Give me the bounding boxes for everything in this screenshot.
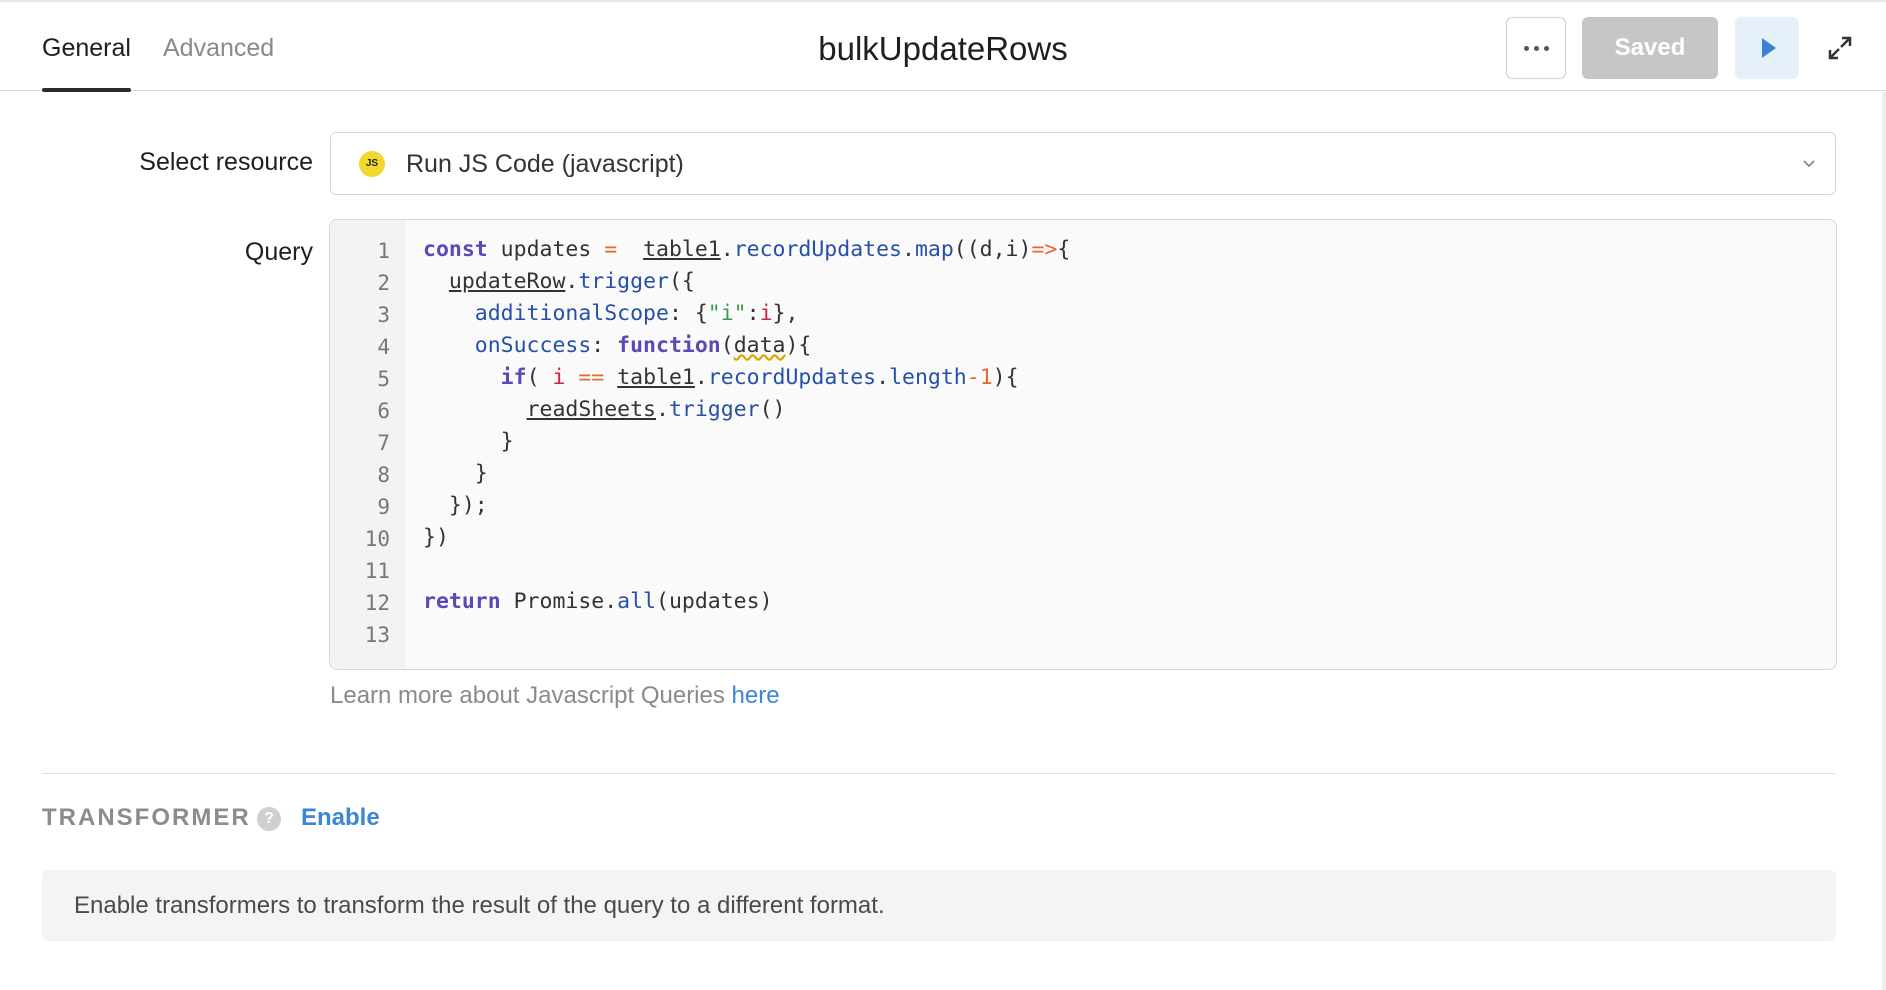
select-resource-label: Select resource: [139, 148, 313, 176]
run-query-button[interactable]: [1735, 17, 1799, 79]
learn-more-label: Learn more about Javascript Queries: [330, 682, 732, 709]
play-icon: [1762, 38, 1776, 58]
question-icon[interactable]: ?: [257, 807, 281, 831]
line-number: 8: [377, 463, 390, 487]
transformer-info-box: Enable transformers to transform the res…: [42, 870, 1836, 941]
line-number: 13: [364, 623, 390, 647]
transformer-heading: TRANSFORMER: [42, 804, 251, 831]
learn-more-link[interactable]: here: [732, 682, 780, 709]
line-number-gutter: 1 2 3 4 5 6 7 8 9 10 11 12 13: [330, 220, 406, 669]
tab-general-label: General: [42, 34, 131, 62]
code-line: const updates = table1.recordUpdates.map…: [423, 237, 1071, 262]
code-line: }): [423, 525, 449, 550]
tab-advanced-label: Advanced: [163, 34, 275, 62]
line-number: 2: [377, 271, 390, 295]
active-tab-indicator: [42, 88, 131, 92]
line-number: 3: [377, 303, 390, 327]
code-line: return Promise.all(updates): [423, 589, 773, 614]
code-line: updateRow.trigger({: [448, 269, 695, 294]
tab-general[interactable]: General: [42, 2, 131, 92]
code-line: onSuccess: function(data){: [474, 333, 812, 358]
line-number: 12: [364, 591, 390, 615]
expand-button[interactable]: [1824, 32, 1856, 64]
save-button[interactable]: Saved: [1582, 17, 1718, 79]
code-line: }: [423, 461, 488, 486]
line-number: 6: [377, 399, 390, 423]
enable-transformer-button[interactable]: Enable: [301, 804, 380, 832]
chevron-down-icon: [1803, 160, 1815, 168]
section-divider: [42, 773, 1836, 774]
resource-value: Run JS Code (javascript): [406, 150, 684, 178]
learn-more-text: Learn more about Javascript Queries here: [330, 682, 780, 710]
scrollbar[interactable]: [1882, 92, 1886, 990]
query-label: Query: [244, 238, 313, 266]
code-line: additionalScope: {"i":i},: [474, 301, 799, 326]
code-line: readSheets.trigger(): [526, 397, 786, 422]
expand-icon: [1828, 36, 1852, 60]
code-editor[interactable]: 1 2 3 4 5 6 7 8 9 10 11 12 13 const upda…: [329, 219, 1837, 670]
line-number: 7: [377, 431, 390, 455]
code-line: });: [423, 493, 488, 518]
query-header: General Advanced bulkUpdateRows Saved: [0, 2, 1886, 92]
line-number: 10: [364, 527, 390, 551]
more-options-button[interactable]: [1506, 17, 1566, 79]
code-content: const updates = table1.recordUpdates.map…: [423, 220, 1070, 614]
transformer-description: Enable transformers to transform the res…: [74, 892, 885, 919]
javascript-icon: JS: [359, 151, 385, 177]
line-number: 4: [377, 335, 390, 359]
line-number: 11: [364, 559, 390, 583]
code-line: if( i == table1.recordUpdates.length-1){: [500, 365, 1019, 390]
resource-select[interactable]: JS Run JS Code (javascript): [330, 132, 1836, 195]
tab-advanced[interactable]: Advanced: [163, 2, 274, 91]
ellipsis-icon: [1521, 45, 1551, 51]
code-line: }: [423, 429, 514, 454]
line-number: 9: [377, 495, 390, 519]
line-number: 5: [377, 367, 390, 391]
line-number: 1: [377, 239, 390, 263]
